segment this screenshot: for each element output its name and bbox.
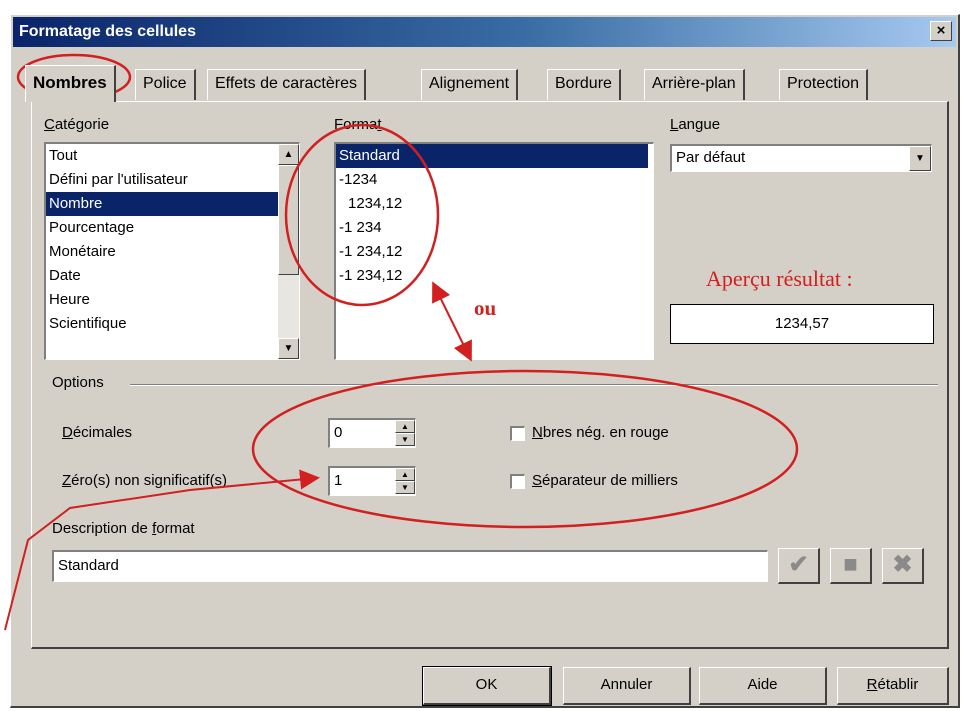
thousands-separator-checkbox[interactable] xyxy=(510,474,525,489)
help-button[interactable]: Aide xyxy=(699,667,827,705)
format-item[interactable]: -1234 xyxy=(336,168,653,192)
options-separator xyxy=(130,384,938,386)
comment-format-button[interactable]: ■ xyxy=(830,548,872,584)
preview-annotation: Aperçu résultat : xyxy=(706,266,853,291)
cancel-button[interactable]: Annuler xyxy=(563,667,691,705)
category-item-tout[interactable]: Tout xyxy=(46,144,299,168)
tab-effets-caracteres[interactable]: Effets de caractères xyxy=(207,69,366,100)
category-item-defini[interactable]: Défini par l'utilisateur xyxy=(46,168,299,192)
ok-button[interactable]: OK xyxy=(422,666,552,706)
leading-zeros-label: Zéro(s) non significatif(s) xyxy=(62,472,228,489)
or-annotation: ou xyxy=(474,296,497,320)
tab-arriere-plan[interactable]: Arrière-plan xyxy=(644,69,745,100)
tab-panel-nombres: Catégorie Tout Défini par l'utilisateur … xyxy=(31,101,949,649)
tab-alignement[interactable]: Alignement xyxy=(421,69,519,100)
category-item-scientifique[interactable]: Scientifique xyxy=(46,312,299,336)
tab-police[interactable]: Police xyxy=(135,69,196,100)
category-item-nombre[interactable]: Nombre xyxy=(46,192,299,216)
format-code-input[interactable]: Standard xyxy=(52,550,768,582)
close-button[interactable]: × xyxy=(930,21,952,41)
format-item[interactable]: -1 234,12 xyxy=(336,240,653,264)
tab-bordure[interactable]: Bordure xyxy=(547,69,621,100)
spin-down-icon[interactable]: ▼ xyxy=(395,481,415,494)
preview-value: 1234,57 xyxy=(774,315,830,332)
format-label: Format xyxy=(334,116,382,133)
decimals-label: Décimales xyxy=(62,424,133,441)
check-icon: ✔ xyxy=(788,551,809,578)
delete-format-button[interactable]: ✖ xyxy=(882,548,924,584)
decimals-value: 0 xyxy=(334,424,343,441)
category-item-heure[interactable]: Heure xyxy=(46,288,299,312)
format-item[interactable]: -1 234 xyxy=(336,216,653,240)
spin-up-icon[interactable]: ▲ xyxy=(395,468,415,481)
format-item-standard[interactable]: Standard xyxy=(336,144,648,168)
options-group-label: Options xyxy=(52,374,104,391)
spin-up-icon[interactable]: ▲ xyxy=(395,420,415,433)
tab-nombres[interactable]: Nombres xyxy=(25,65,116,102)
reset-button[interactable]: Rétablir xyxy=(837,667,949,705)
scroll-up-icon[interactable]: ▲ xyxy=(278,144,299,165)
comment-icon: ■ xyxy=(843,551,858,578)
title-bar: Formatage des cellules × xyxy=(13,17,956,47)
category-item-pourcentage[interactable]: Pourcentage xyxy=(46,216,299,240)
leading-zeros-spinner[interactable]: 1 ▲ ▼ xyxy=(328,466,416,496)
chevron-down-icon[interactable]: ▼ xyxy=(909,146,931,171)
format-item[interactable]: 1234,12 xyxy=(336,192,653,216)
format-list[interactable]: Standard -1234 1234,12 -1 234 -1 234,12 … xyxy=(334,142,654,360)
category-item-monetaire[interactable]: Monétaire xyxy=(46,240,299,264)
spin-down-icon[interactable]: ▼ xyxy=(395,433,415,446)
format-cells-dialog: Formatage des cellules × Nombres Police … xyxy=(10,14,960,708)
negative-red-checkbox[interactable] xyxy=(510,426,525,441)
category-label: Catégorie xyxy=(44,116,110,133)
format-code-label: Description de format xyxy=(52,520,195,537)
category-item-date[interactable]: Date xyxy=(46,264,299,288)
negative-red-label: Nbres nég. en rouge xyxy=(532,424,669,441)
thousands-separator-label: Séparateur de milliers xyxy=(532,472,678,489)
leading-zeros-value: 1 xyxy=(334,472,343,489)
scroll-thumb[interactable] xyxy=(278,165,299,275)
language-label: Langue xyxy=(670,116,721,133)
delete-icon: ✖ xyxy=(892,551,913,578)
scroll-down-icon[interactable]: ▼ xyxy=(278,338,299,359)
format-item[interactable]: -1 234,12 xyxy=(336,264,653,288)
category-scrollbar[interactable]: ▲ ▼ xyxy=(278,144,299,359)
language-select[interactable]: Par défaut ▼ xyxy=(670,144,932,172)
category-list[interactable]: Tout Défini par l'utilisateur Nombre Pou… xyxy=(44,142,300,360)
format-code-value: Standard xyxy=(58,557,119,574)
tab-protection[interactable]: Protection xyxy=(779,69,869,100)
dialog-title: Formatage des cellules xyxy=(19,23,196,40)
language-value: Par défaut xyxy=(676,149,746,166)
preview-box: 1234,57 xyxy=(670,304,934,344)
decimals-spinner[interactable]: 0 ▲ ▼ xyxy=(328,418,416,448)
accept-format-button[interactable]: ✔ xyxy=(778,548,820,584)
